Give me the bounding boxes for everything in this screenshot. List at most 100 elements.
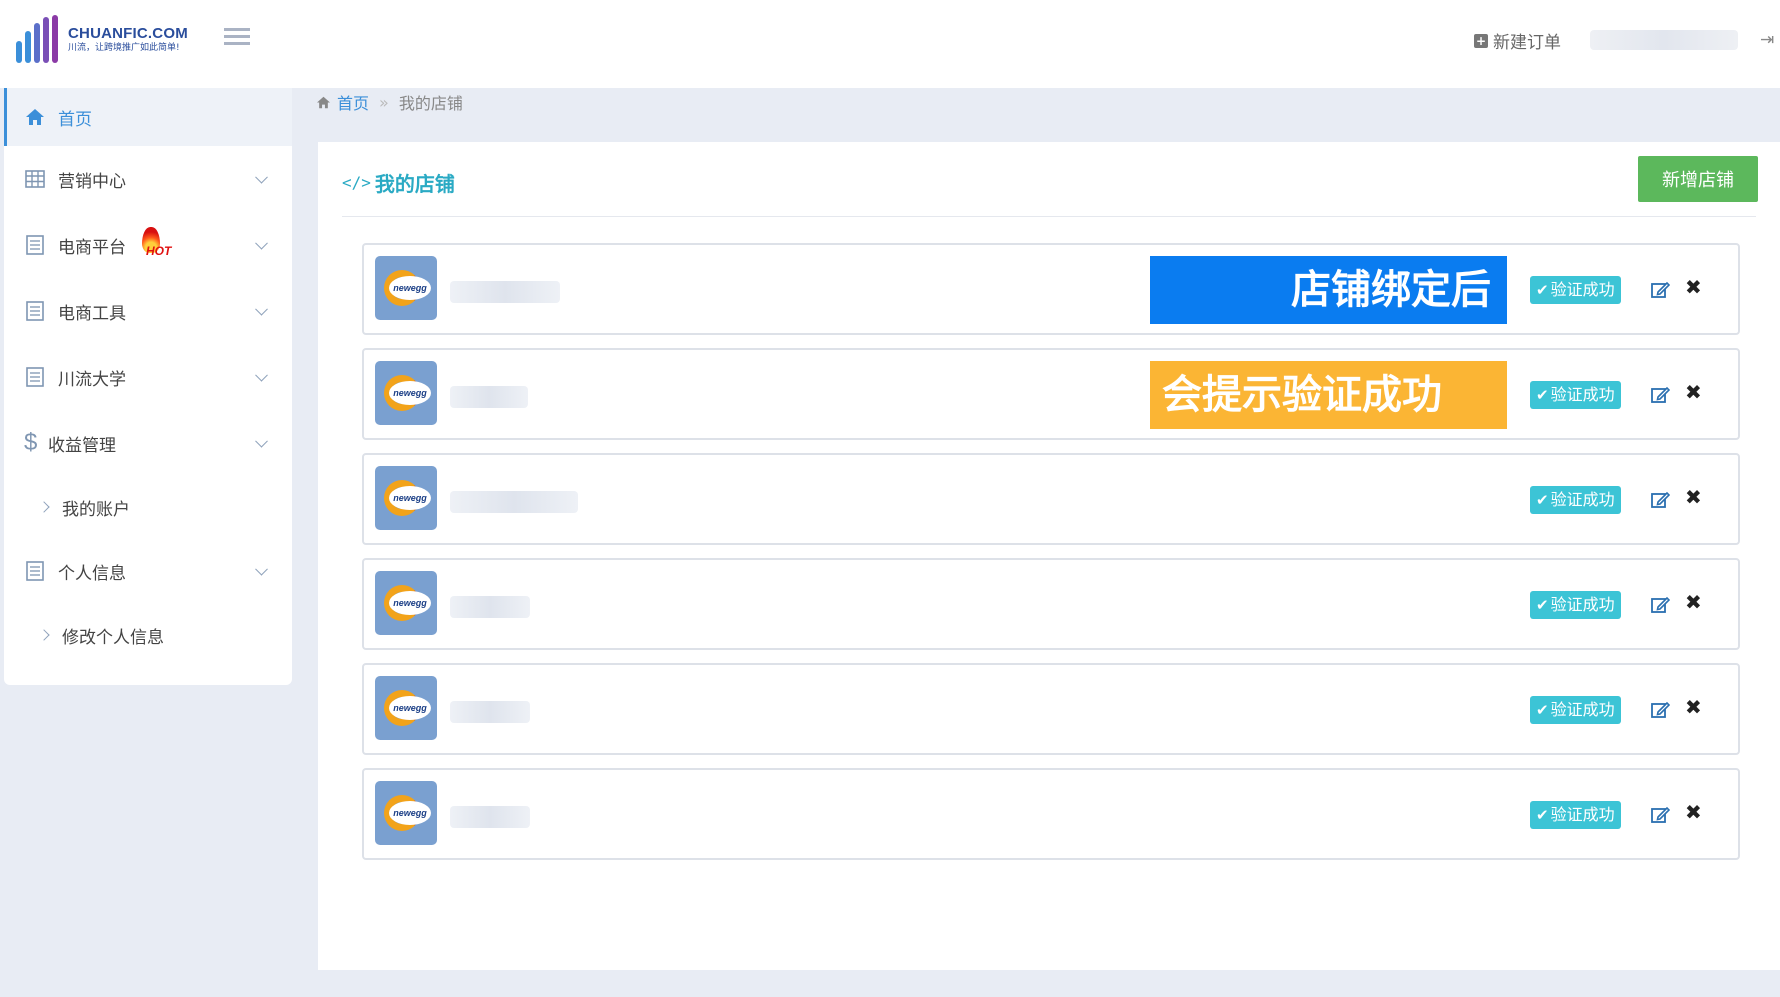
delete-icon[interactable]: ✖ <box>1685 800 1702 824</box>
edit-icon[interactable] <box>1650 699 1672 721</box>
delete-icon[interactable]: ✖ <box>1685 485 1702 509</box>
shop-name-blurred <box>450 386 528 408</box>
sidebar-item-profile[interactable]: 个人信息 <box>4 538 292 604</box>
sidebar-item-label: 首页 <box>58 109 92 130</box>
shop-name-blurred <box>450 596 530 618</box>
shop-list: newegg 店铺绑定后 ✔ 验证成功 ✖ newegg 会提示验证成功 ✔ 验证成… <box>362 243 1740 873</box>
status-badge: ✔ 验证成功 <box>1530 276 1621 304</box>
sidebar-item-ecommerce-platform[interactable]: 电商平台 HOT <box>4 212 292 278</box>
shop-card: newegg ✔ 验证成功 ✖ <box>362 663 1740 755</box>
breadcrumb-home[interactable]: 首页 <box>316 90 369 114</box>
user-name-blurred[interactable] <box>1590 30 1738 50</box>
annotation-callout-1: 店铺绑定后 <box>1150 256 1507 324</box>
newegg-logo-icon: newegg <box>375 781 437 845</box>
home-icon <box>317 96 330 108</box>
sidebar-item-label: 川流大学 <box>58 369 126 390</box>
logo-title: CHUANFIC.COM <box>68 24 188 42</box>
page-title: </> 我的店铺 <box>342 172 455 196</box>
breadcrumb-current: 我的店铺 <box>398 94 463 113</box>
shop-name-blurred <box>450 701 530 723</box>
sidebar-subitem-edit-profile[interactable]: 修改个人信息 <box>4 604 292 666</box>
shop-card: newegg 会提示验证成功 ✔ 验证成功 ✖ <box>362 348 1740 440</box>
sidebar: 首页 营销中心 电商平台 HOT 电商工具 川流大学 $ 收益管理 我的账户 个… <box>4 88 292 685</box>
menu-toggle-icon[interactable] <box>224 28 250 50</box>
sidebar-subitem-label: 我的账户 <box>62 499 130 520</box>
edit-icon[interactable] <box>1650 594 1672 616</box>
sidebar-item-label: 营销中心 <box>58 171 126 192</box>
grid-icon <box>24 168 46 190</box>
delete-icon[interactable]: ✖ <box>1685 590 1702 614</box>
annotation-callout-2: 会提示验证成功 <box>1150 361 1507 429</box>
newegg-logo-icon: newegg <box>375 676 437 740</box>
sidebar-item-marketing[interactable]: 营销中心 <box>4 146 292 212</box>
hot-badge-icon: HOT <box>138 227 178 263</box>
list-icon <box>24 560 46 582</box>
edit-icon[interactable] <box>1650 384 1672 406</box>
breadcrumb: 首页 » 我的店铺 <box>316 90 463 114</box>
chevron-right-icon <box>38 501 50 513</box>
main-panel: </> 我的店铺 新增店铺 newegg 店铺绑定后 ✔ 验证成功 ✖ neweg… <box>318 142 1780 970</box>
check-icon: ✔ <box>1536 701 1549 719</box>
chevron-down-icon <box>255 236 268 250</box>
chevron-down-icon <box>255 170 268 184</box>
sidebar-item-label: 电商平台 <box>58 237 126 258</box>
delete-icon[interactable]: ✖ <box>1685 380 1702 404</box>
chevron-down-icon <box>255 434 268 448</box>
check-icon: ✔ <box>1536 806 1549 824</box>
edit-icon[interactable] <box>1650 804 1672 826</box>
code-icon: </> <box>342 173 371 192</box>
status-badge: ✔ 验证成功 <box>1530 381 1621 409</box>
status-badge: ✔ 验证成功 <box>1530 696 1621 724</box>
chevron-down-icon <box>255 368 268 382</box>
newegg-logo-icon: newegg <box>375 571 437 635</box>
shop-card: newegg ✔ 验证成功 ✖ <box>362 768 1740 860</box>
newegg-logo-icon: newegg <box>375 361 437 425</box>
newegg-logo-icon: newegg <box>375 466 437 530</box>
delete-icon[interactable]: ✖ <box>1685 695 1702 719</box>
sidebar-item-university[interactable]: 川流大学 <box>4 344 292 410</box>
status-badge: ✔ 验证成功 <box>1530 486 1621 514</box>
sidebar-item-ecommerce-tools[interactable]: 电商工具 <box>4 278 292 344</box>
chevron-right-icon <box>38 629 50 641</box>
shop-name-blurred <box>450 281 560 303</box>
check-icon: ✔ <box>1536 386 1549 404</box>
breadcrumb-separator: » <box>379 92 389 112</box>
top-bar: CHUANFIC.COM 川流，让跨境推广如此简单! + 新建订单 ⇥ <box>0 0 1780 88</box>
shop-name-blurred <box>450 806 530 828</box>
sidebar-item-home[interactable]: 首页 <box>4 88 292 146</box>
logo-bars-icon <box>16 15 58 63</box>
sidebar-subitem-my-account[interactable]: 我的账户 <box>4 476 292 538</box>
sidebar-subitem-label: 修改个人信息 <box>62 627 164 648</box>
list-icon <box>24 300 46 322</box>
status-badge: ✔ 验证成功 <box>1530 801 1621 829</box>
newegg-logo-icon: newegg <box>375 256 437 320</box>
shop-card: newegg 店铺绑定后 ✔ 验证成功 ✖ <box>362 243 1740 335</box>
panel-header: </> 我的店铺 <box>342 142 1756 217</box>
edit-icon[interactable] <box>1650 279 1672 301</box>
list-icon <box>24 366 46 388</box>
check-icon: ✔ <box>1536 491 1549 509</box>
status-badge: ✔ 验证成功 <box>1530 591 1621 619</box>
logout-icon[interactable]: ⇥ <box>1760 30 1774 50</box>
shop-card: newegg ✔ 验证成功 ✖ <box>362 558 1740 650</box>
brand-logo[interactable]: CHUANFIC.COM 川流，让跨境推广如此简单! <box>16 14 188 64</box>
sidebar-item-label: 电商工具 <box>58 303 126 324</box>
delete-icon[interactable]: ✖ <box>1685 275 1702 299</box>
chevron-down-icon <box>255 302 268 316</box>
sidebar-item-label: 个人信息 <box>58 563 126 584</box>
sidebar-item-income[interactable]: $ 收益管理 <box>4 410 292 476</box>
logo-slogan: 川流，让跨境推广如此简单! <box>68 42 180 53</box>
home-icon <box>24 106 46 128</box>
sidebar-item-label: 收益管理 <box>48 435 116 456</box>
shop-card: newegg ✔ 验证成功 ✖ <box>362 453 1740 545</box>
new-order-button[interactable]: + 新建订单 <box>1474 28 1561 53</box>
check-icon: ✔ <box>1536 281 1549 299</box>
shop-name-blurred <box>450 491 578 513</box>
dollar-icon: $ <box>24 429 38 456</box>
new-order-label: 新建订单 <box>1493 33 1561 53</box>
edit-icon[interactable] <box>1650 489 1672 511</box>
add-shop-button[interactable]: 新增店铺 <box>1638 156 1758 202</box>
check-icon: ✔ <box>1536 596 1549 614</box>
list-icon <box>24 234 46 256</box>
plus-square-icon: + <box>1474 33 1488 48</box>
